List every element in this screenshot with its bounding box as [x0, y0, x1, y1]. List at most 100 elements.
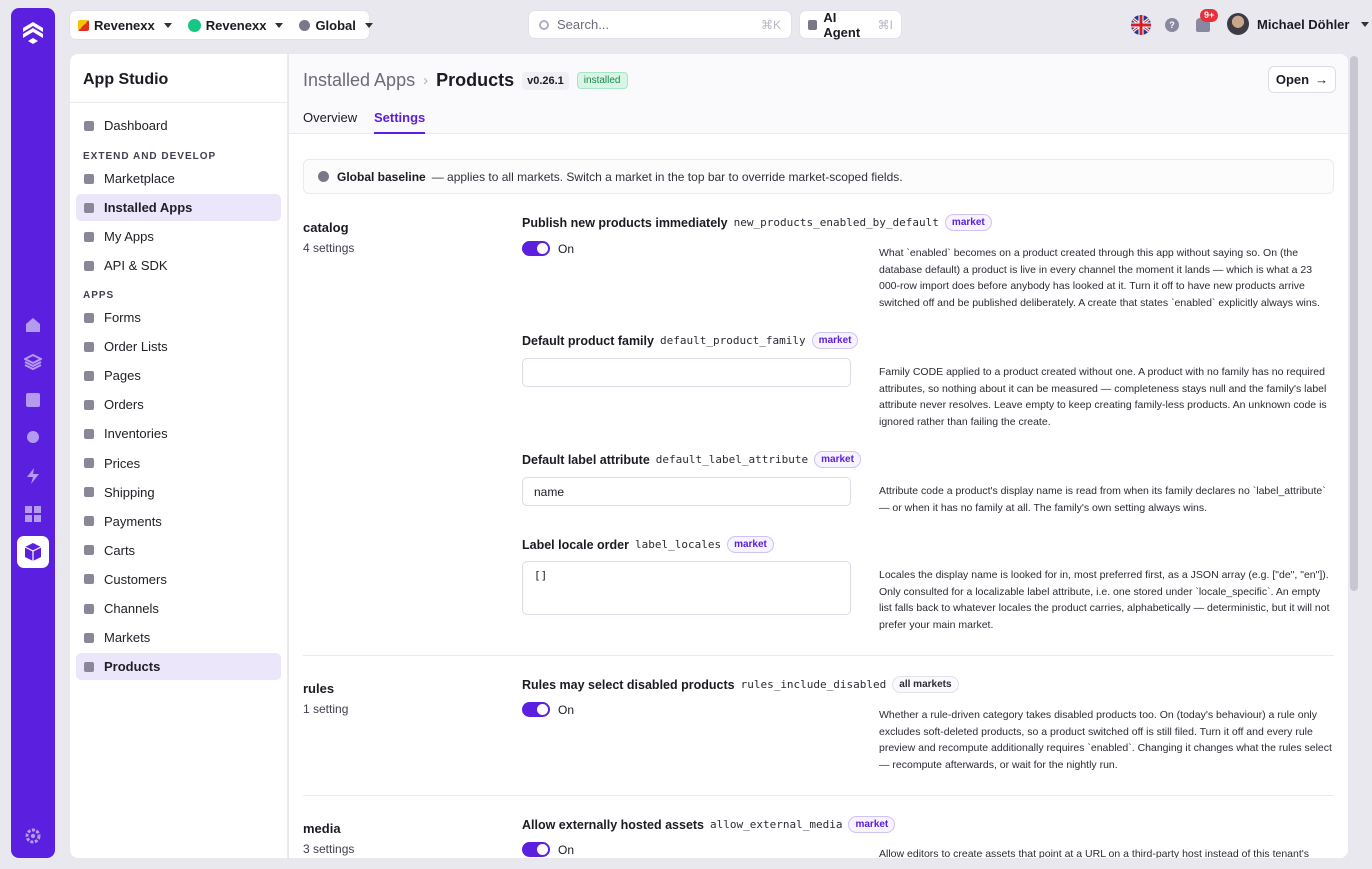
- ai-agent-label: AI Agent: [823, 9, 861, 40]
- toggle-state: On: [558, 241, 575, 256]
- sidebar-item-dashboard[interactable]: Dashboard: [76, 112, 281, 139]
- sidebar-item-customers[interactable]: Customers: [76, 566, 281, 593]
- setting-title: Label locale order: [522, 537, 629, 552]
- chevron-down-icon: [275, 22, 284, 28]
- sidebar-item-my-apps[interactable]: My Apps: [76, 223, 281, 250]
- scrollbar[interactable]: [1350, 56, 1358, 591]
- location-icon[interactable]: [24, 429, 42, 447]
- chevron-down-icon: [1361, 21, 1370, 27]
- org-dropdown[interactable]: Revenexx: [70, 18, 180, 33]
- sidebar-item-label: Markets: [104, 630, 151, 646]
- scope-badge: market: [814, 451, 861, 468]
- group-count: 3 settings: [303, 842, 355, 856]
- chevron-down-icon: [364, 22, 373, 28]
- default-label-attribute-input[interactable]: name: [522, 477, 851, 506]
- sidebar-item-carts[interactable]: Carts: [76, 537, 281, 564]
- search-input[interactable]: Search... ⌘K: [529, 11, 791, 38]
- setting-label: Rules may select disabled products rules…: [522, 676, 959, 693]
- main-panel: Installed Apps › Products v0.26.1 instal…: [289, 54, 1348, 858]
- chart-icon[interactable]: [24, 391, 42, 409]
- sidebar-item-prices[interactable]: Prices: [76, 450, 281, 477]
- language-flag-uk-icon[interactable]: [1131, 15, 1151, 35]
- sidebar-item-label: My Apps: [104, 229, 154, 244]
- layers-icon[interactable]: [24, 353, 42, 371]
- default-product-family-input[interactable]: [522, 358, 851, 387]
- search-icon: [539, 19, 549, 30]
- globe-icon: [299, 19, 311, 31]
- market-dropdown[interactable]: Global: [291, 18, 380, 33]
- rules-include-disabled-toggle[interactable]: On: [522, 702, 574, 717]
- scope-badge: market: [848, 816, 896, 833]
- top-bar: Revenexx Revenexx Global Search... ⌘K AI…: [70, 0, 1370, 50]
- search-placeholder: Search...: [557, 17, 610, 32]
- user-menu[interactable]: Michael Döhler: [1227, 13, 1370, 35]
- setting-label: Publish new products immediately new_pro…: [522, 214, 992, 231]
- sidebar-item-channels[interactable]: Channels: [76, 595, 281, 622]
- app-icon: [84, 173, 94, 184]
- breadcrumb: Installed Apps › Products v0.26.1 instal…: [303, 70, 628, 91]
- divider: [303, 795, 1334, 796]
- open-app-label: Open: [1275, 72, 1310, 87]
- setting-key: default_product_family: [659, 334, 806, 347]
- tab-settings[interactable]: Settings: [374, 110, 426, 134]
- open-app-button[interactable]: Open →: [1268, 66, 1336, 93]
- sidebar-item-label: API & SDK: [104, 258, 168, 273]
- sidebar-item-api-sdk[interactable]: API & SDK: [76, 252, 281, 279]
- sidebar-item-installed-apps[interactable]: Installed Apps: [76, 194, 281, 221]
- breadcrumb-parent-link[interactable]: Installed Apps: [303, 70, 415, 91]
- app-icon: [84, 516, 94, 527]
- sidebar-item-products[interactable]: Products: [76, 653, 281, 681]
- sidebar-item-label: Prices: [104, 455, 141, 471]
- scope-badge: market: [944, 214, 992, 231]
- sidebar-item-markets[interactable]: Markets: [76, 624, 281, 651]
- allow-external-media-toggle[interactable]: On: [522, 842, 574, 857]
- context-switcher: Revenexx Revenexx Global: [70, 11, 373, 39]
- sidebar-item-label: Inventories: [104, 426, 168, 442]
- sidebar-item-marketplace[interactable]: Marketplace: [76, 165, 281, 192]
- toggle-switch[interactable]: [522, 842, 550, 857]
- sidebar-item-shipping[interactable]: Shipping: [76, 479, 281, 506]
- sidebar-item-pages[interactable]: Pages: [76, 362, 281, 389]
- scope-badge: market: [811, 332, 859, 349]
- app-icon: [84, 370, 94, 381]
- lightning-icon[interactable]: [24, 467, 42, 485]
- sidebar-item-label: Orders: [104, 397, 144, 413]
- app-icon: [84, 603, 94, 614]
- sidebar-item-orders[interactable]: Orders: [76, 391, 281, 418]
- revenexx-logo-icon[interactable]: [20, 19, 46, 45]
- home-icon[interactable]: [24, 316, 42, 334]
- section-heading: EXTEND AND DEVELOP: [83, 151, 217, 162]
- org-name: Revenexx: [94, 17, 155, 33]
- cube-icon: [24, 543, 42, 561]
- setting-help: Locales the display name is looked for i…: [879, 569, 1330, 631]
- settings-gear-icon[interactable]: [24, 827, 42, 845]
- setting-key: default_label_attribute: [655, 453, 809, 466]
- sidebar-item-label: Payments: [104, 513, 162, 529]
- sidebar-item-payments[interactable]: Payments: [76, 508, 281, 535]
- tab-overview[interactable]: Overview: [303, 110, 357, 134]
- app-studio-rail-item[interactable]: [17, 536, 49, 568]
- toggle-switch[interactable]: [522, 702, 550, 717]
- help-icon[interactable]: ?: [1165, 18, 1179, 32]
- tenant-dropdown[interactable]: Revenexx: [180, 18, 292, 33]
- toggle-switch[interactable]: [522, 241, 550, 256]
- label-locales-textarea[interactable]: []: [522, 561, 851, 615]
- setting-title: Publish new products immediately: [522, 215, 728, 230]
- sidebar-item-label: Carts: [104, 542, 136, 558]
- sidebar-item-order-lists[interactable]: Order Lists: [76, 333, 281, 360]
- sidebar-item-forms[interactable]: Forms: [76, 304, 281, 331]
- publish-immediately-toggle[interactable]: On: [522, 241, 574, 256]
- chevron-right-icon: ›: [423, 72, 429, 89]
- global-baseline-banner: Global baseline — applies to all markets…: [303, 159, 1334, 194]
- app-icon: [84, 574, 94, 585]
- sidebar-item-inventories[interactable]: Inventories: [76, 420, 281, 447]
- ai-agent-button[interactable]: AI Agent ⌘I: [800, 9, 901, 40]
- app-icon: [84, 341, 94, 352]
- group-count: 4 settings: [303, 241, 355, 255]
- tenant-status-icon: [187, 18, 201, 32]
- grid-icon[interactable]: [24, 505, 42, 523]
- setting-help: Whether a rule-driven category takes dis…: [879, 709, 1332, 771]
- setting-key: allow_external_media: [710, 818, 843, 831]
- scope-badge: market: [727, 536, 774, 553]
- group-title: catalog: [303, 220, 349, 235]
